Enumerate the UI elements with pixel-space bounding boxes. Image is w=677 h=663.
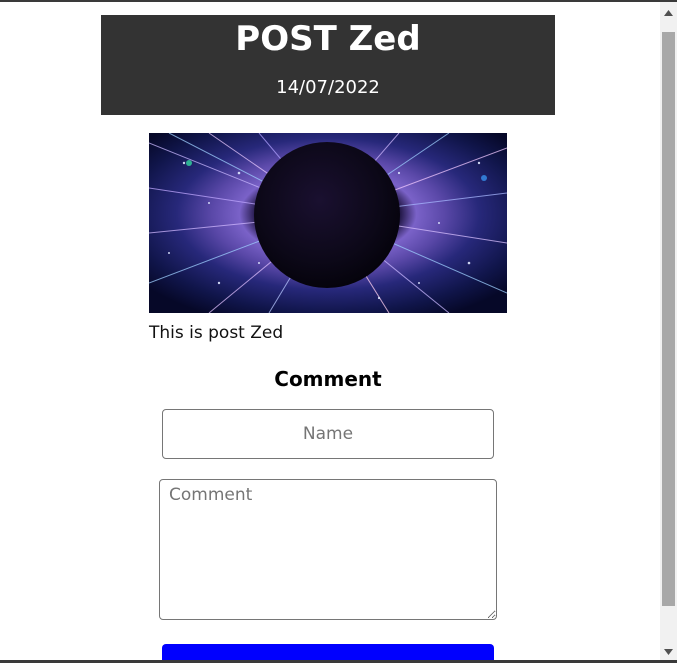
cosmic-eye-image [149,133,507,313]
post-image [149,133,507,313]
post-date: 14/07/2022 [276,77,380,98]
comment-heading: Comment [274,367,382,391]
post-header: POST Zed 14/07/2022 [101,15,555,115]
scrollbar-thumb[interactable] [662,32,675,606]
name-input[interactable] [162,409,494,459]
scroll-down-arrow-icon[interactable] [660,643,677,660]
post-title: POST Zed [235,19,421,59]
page-viewport: POST Zed 14/07/2022 This is post Zed Com… [0,2,660,660]
submit-comment-button[interactable] [162,644,494,660]
post-body: This is post Zed [149,323,284,343]
scroll-up-arrow-icon[interactable] [660,4,677,21]
vertical-scrollbar[interactable] [660,2,677,660]
comment-textarea[interactable] [159,479,497,620]
